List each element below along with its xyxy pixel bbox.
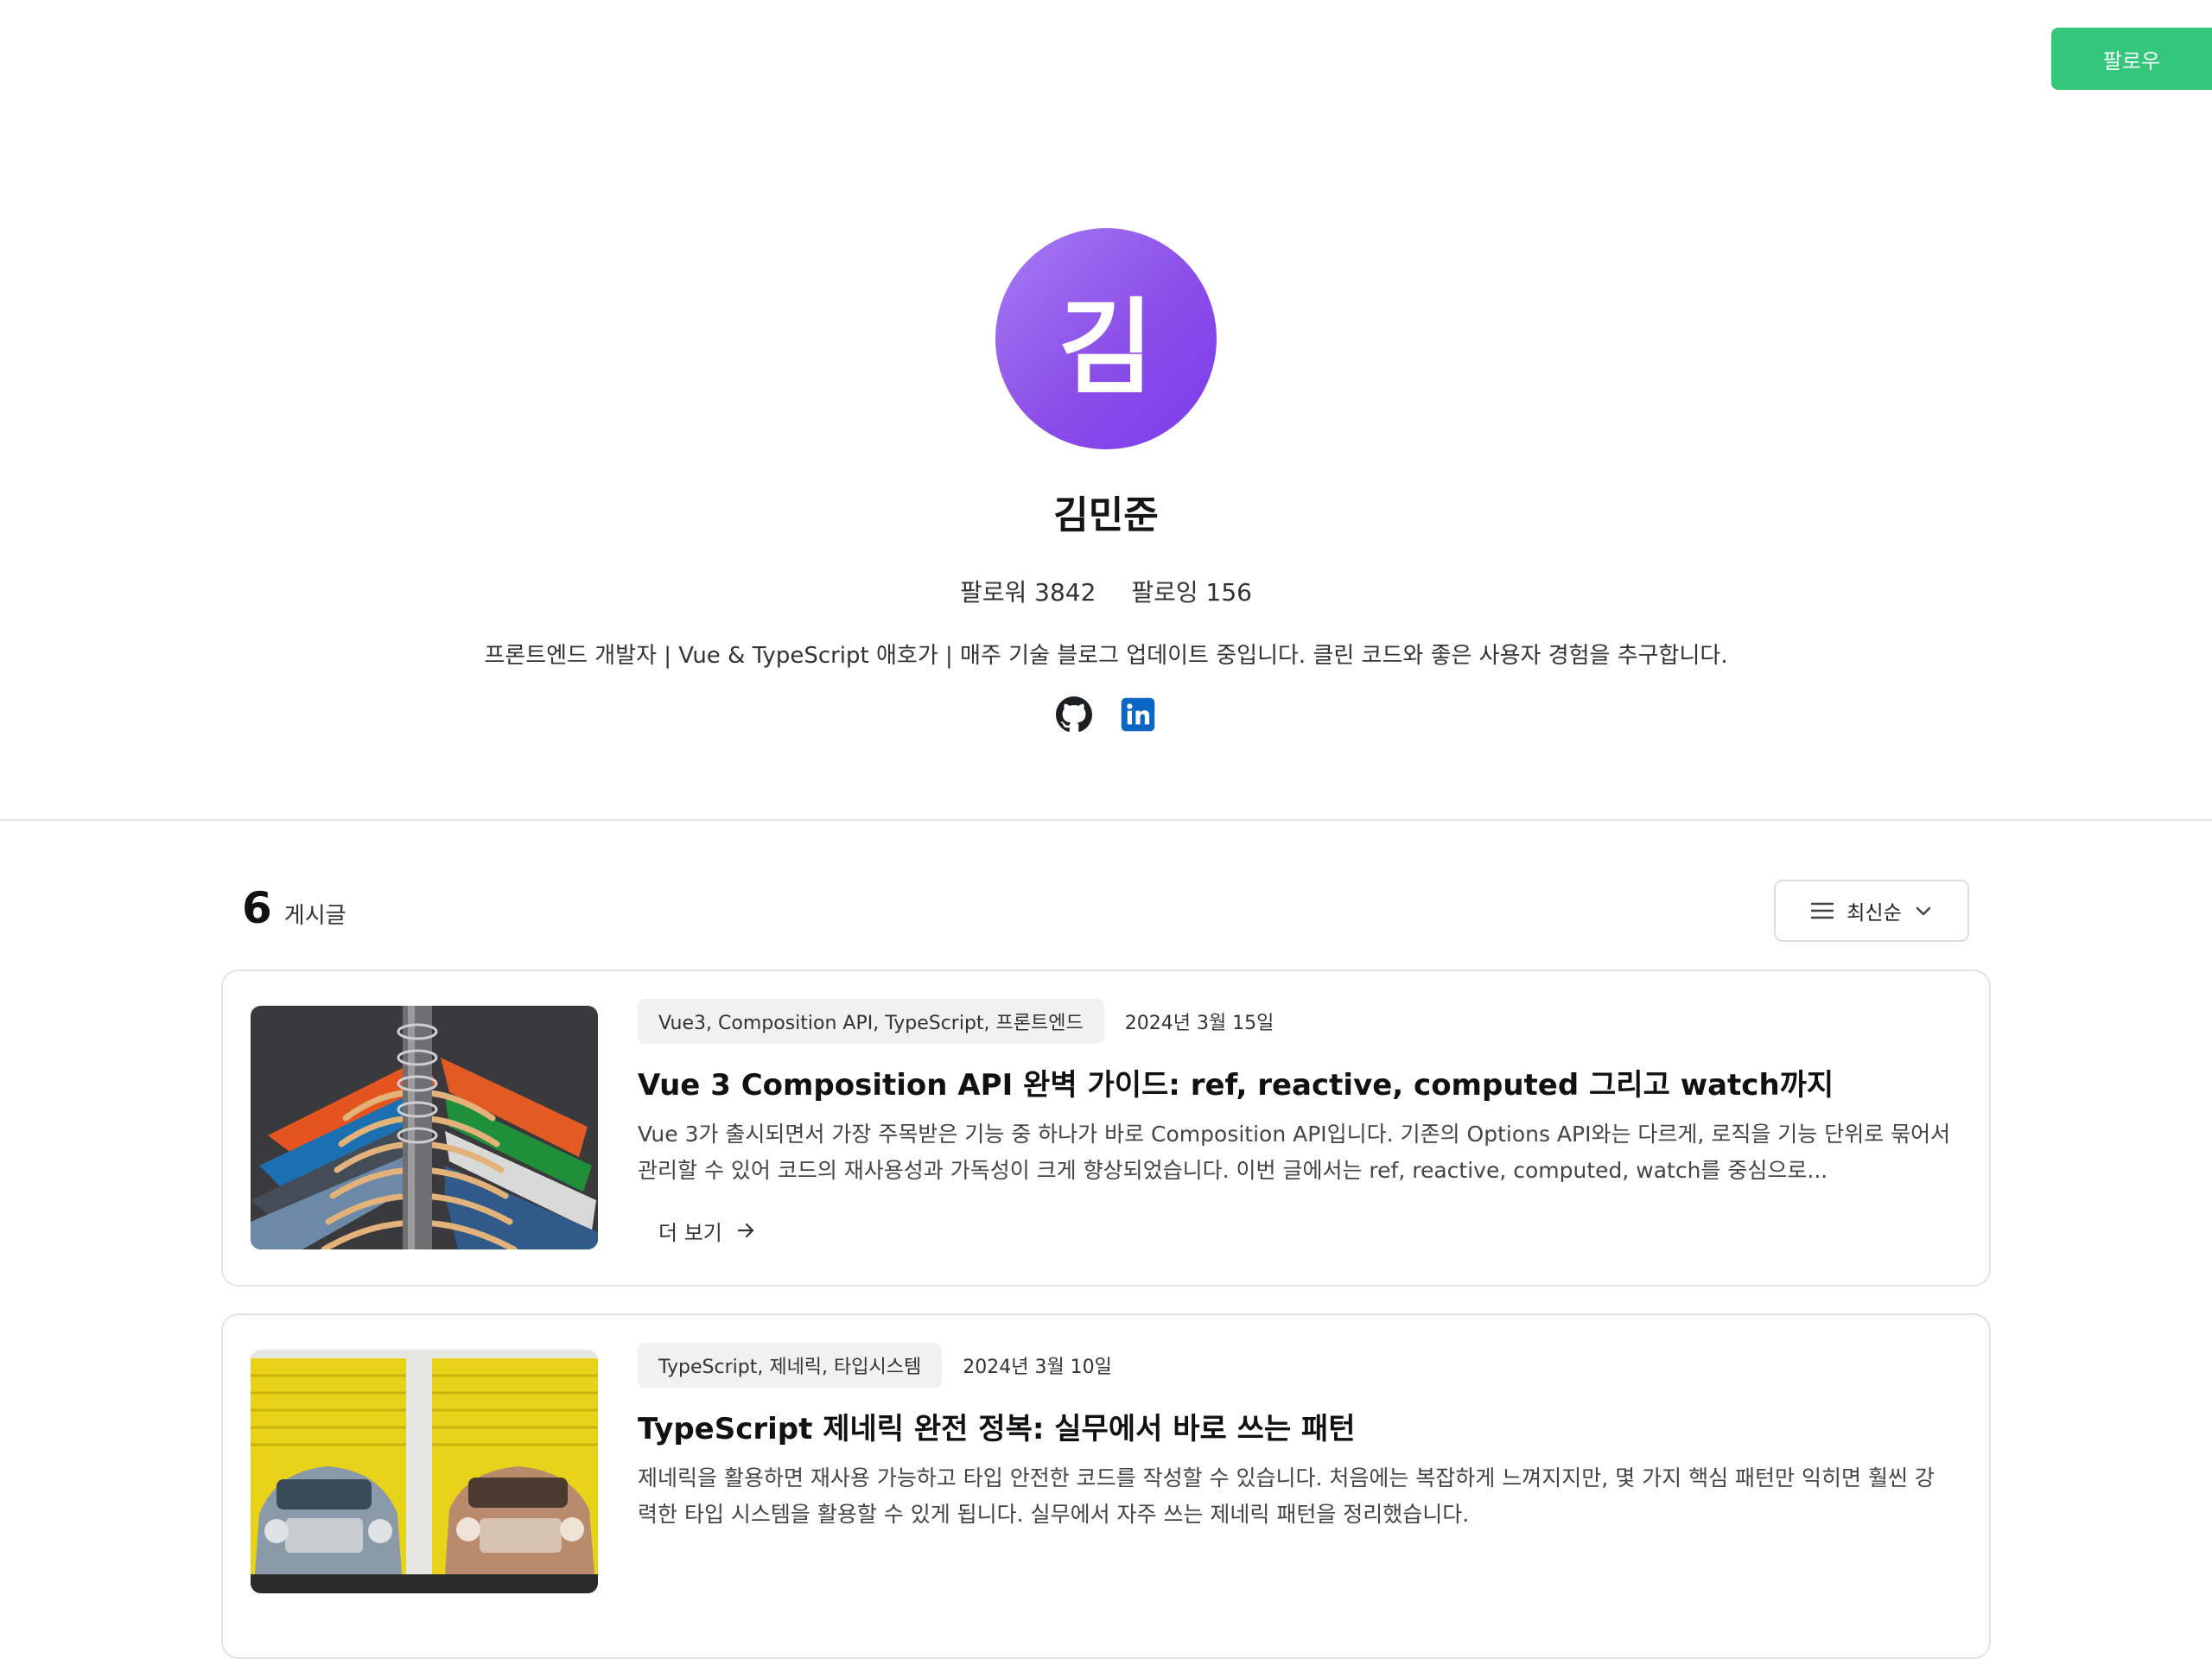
post-tags[interactable]: Vue3, Composition API, TypeScript, 프론트엔드 (638, 999, 1104, 1044)
avatar-initial: 김 (1058, 289, 1154, 409)
post-card[interactable]: TypeScript, 제네릭, 타입시스템 2024년 3월 10일 Type… (221, 1313, 1991, 1659)
post-excerpt: Vue 3가 출시되면서 가장 주목받은 기능 중 하나가 바로 Composi… (638, 1122, 1951, 1183)
profile-header: 김 김민준 팔로워 3842 팔로잉 156 프론트엔드 개발자 | Vue &… (0, 0, 2212, 821)
read-more-label: 더 보기 (658, 1220, 722, 1245)
post-thumbnail[interactable] (251, 1350, 598, 1593)
post-count-number: 6 (242, 883, 272, 933)
post-meta: Vue3, Composition API, TypeScript, 프론트엔드… (638, 999, 1274, 1044)
profile-bio: 프론트엔드 개발자 | Vue & TypeScript 애호가 | 매주 기술… (484, 643, 1728, 669)
following-count[interactable]: 팔로잉 156 (1131, 578, 1252, 607)
post-date: 2024년 3월 15일 (1124, 1013, 1274, 1034)
menu-icon (1811, 902, 1834, 919)
post-card[interactable]: Vue3, Composition API, TypeScript, 프론트엔드… (221, 969, 1991, 1287)
post-excerpt: 제네릭을 활용하면 재사용 가능하고 타입 안전한 코드를 작성할 수 있습니다… (638, 1465, 1935, 1527)
post-tags[interactable]: TypeScript, 제네릭, 타입시스템 (638, 1343, 943, 1388)
chevron-down-icon (1916, 906, 1930, 916)
arrow-right-icon (737, 1223, 753, 1238)
read-more-button[interactable]: 더 보기 (638, 1206, 776, 1255)
profile-stats: 팔로워 3842 팔로잉 156 (0, 574, 2212, 608)
avatar: 김 (995, 228, 1217, 449)
post-meta: TypeScript, 제네릭, 타입시스템 2024년 3월 10일 (638, 1343, 1112, 1388)
social-links (0, 696, 2212, 733)
sort-label: 최신순 (1847, 902, 1902, 925)
post-title[interactable]: Vue 3 Composition API 완벽 가이드: ref, react… (638, 1061, 1834, 1103)
post-thumbnail[interactable] (251, 1006, 598, 1249)
linkedin-icon[interactable] (1120, 696, 1156, 733)
github-icon[interactable] (1056, 696, 1092, 733)
post-count: 6 게시글 (242, 883, 346, 933)
sort-dropdown[interactable]: 최신순 (1774, 880, 1969, 942)
profile-name: 김민준 (1053, 493, 1159, 537)
post-count-label: 게시글 (283, 903, 346, 929)
followers-count[interactable]: 팔로워 3842 (960, 578, 1096, 607)
post-date: 2024년 3월 10일 (963, 1357, 1112, 1378)
post-title[interactable]: TypeScript 제네릭 완전 정복: 실무에서 바로 쓰는 패턴 (638, 1405, 1356, 1447)
